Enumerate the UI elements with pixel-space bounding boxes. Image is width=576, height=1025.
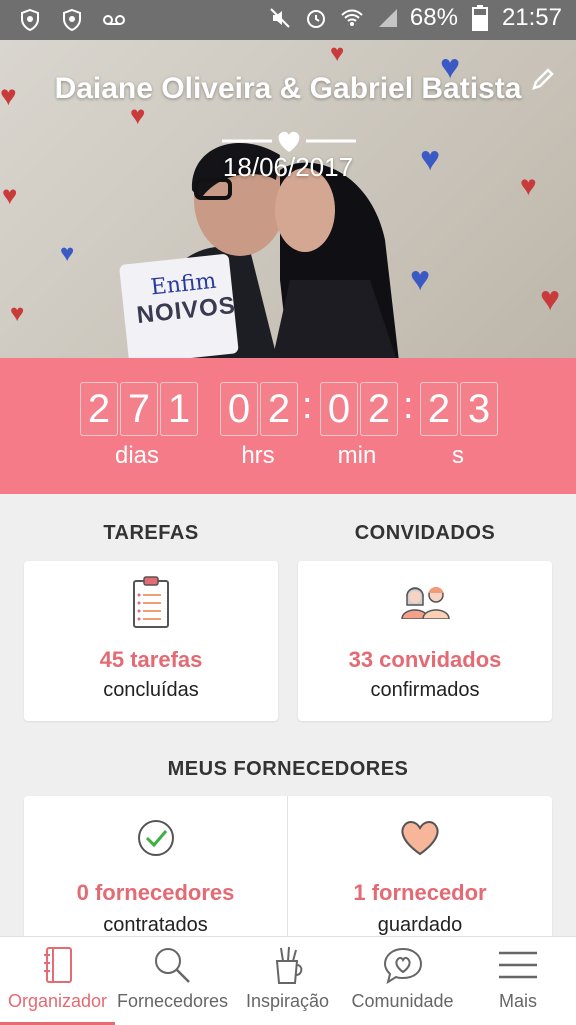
guests-card[interactable]: 33 convidados confirmados <box>298 561 552 721</box>
countdown-separator: : <box>403 385 414 427</box>
countdown-minutes: 0 2 <box>320 382 400 436</box>
nav-mais[interactable]: Mais <box>460 937 576 1025</box>
heart-icon <box>399 820 441 861</box>
nav-organizador[interactable]: Organizador <box>0 937 115 1025</box>
notebook-icon <box>41 945 75 985</box>
shield-icon <box>58 6 86 34</box>
clipboard-checklist-icon <box>131 575 171 634</box>
countdown-days: 2 7 1 <box>80 382 200 436</box>
check-circle-icon <box>136 818 176 863</box>
countdown-separator: : <box>302 385 313 427</box>
countdown: 2 7 1 0 2 : 0 2 : 2 3 dias hrs min s <box>0 358 576 494</box>
couple-photo[interactable]: ♥ ♥ ♥ ♥ ♥ ♥ ♥ ♥ ♥ ♥ ♥ Enfim NOIVOS Daian… <box>0 40 576 358</box>
notification-icons <box>16 6 128 34</box>
vendors-saved-count: 1 fornecedor <box>353 880 487 905</box>
countdown-hours: 0 2 <box>220 382 300 436</box>
countdown-digit: 0 <box>320 382 358 436</box>
countdown-digit: 2 <box>360 382 398 436</box>
countdown-label-seconds: s <box>452 442 464 469</box>
countdown-digit: 7 <box>120 382 158 436</box>
guests-count: 33 convidados <box>348 647 502 672</box>
status-bar: 68% 21:57 <box>0 0 576 40</box>
heart-decor-icon: ♥ <box>330 40 345 67</box>
vendors-title: MEUS FORNECEDORES <box>167 758 409 780</box>
countdown-digit: 2 <box>420 382 458 436</box>
vendors-card: 0 fornecedores contratados 1 fornecedor … <box>24 796 552 946</box>
heart-decor-icon: ♥ <box>540 280 561 318</box>
battery-icon <box>466 4 494 32</box>
nav-fornecedores[interactable]: Fornecedores <box>115 937 230 1025</box>
couple-names: Daiane Oliveira & Gabriel Batista <box>54 72 522 105</box>
chat-heart-icon <box>382 945 424 985</box>
wedding-date: 18/06/2017 <box>222 152 354 182</box>
countdown-digit: 1 <box>160 382 198 436</box>
wifi-icon <box>338 4 366 32</box>
nav-inspiracao[interactable]: Inspiração <box>230 937 345 1025</box>
tasks-card[interactable]: 45 tarefas concluídas <box>24 561 278 721</box>
tasks-count: 45 tarefas <box>99 647 203 672</box>
guests-couple-icon <box>398 583 452 624</box>
voicemail-icon <box>100 6 128 34</box>
nav-label: Inspiração <box>245 991 330 1011</box>
nav-comunidade[interactable]: Comunidade <box>345 937 460 1025</box>
pencil-cup-icon <box>271 945 305 985</box>
nav-label: Organizador <box>7 991 108 1011</box>
menu-icon <box>497 945 539 985</box>
countdown-digit: 2 <box>80 382 118 436</box>
signal-icon <box>374 4 402 32</box>
vendors-hired-status: contratados <box>103 914 208 936</box>
alarm-icon <box>302 4 330 32</box>
guests-status: confirmados <box>370 679 480 701</box>
vendors-hired-count: 0 fornecedores <box>76 880 235 905</box>
countdown-seconds: 2 3 <box>420 382 500 436</box>
shield-icon <box>16 6 44 34</box>
vendors-saved[interactable]: 1 fornecedor guardado <box>288 796 552 946</box>
tasks-status: concluídas <box>103 679 199 701</box>
mute-icon <box>266 4 294 32</box>
countdown-label-minutes: min <box>337 442 377 469</box>
bottom-navigation: Organizador Fornecedores Inspiração Comu… <box>0 936 576 1025</box>
vendors-hired[interactable]: 0 fornecedores contratados <box>24 796 287 946</box>
nav-label: Comunidade <box>351 991 454 1011</box>
heart-decor-icon: ♥ <box>10 300 25 327</box>
clock: 21:57 <box>501 4 562 31</box>
nav-label: Mais <box>498 991 537 1011</box>
battery-percent: 68% <box>409 4 458 31</box>
heart-decor-icon: ♥ <box>2 180 18 210</box>
countdown-label-hours: hrs <box>241 442 275 469</box>
guests-title: CONVIDADOS <box>354 522 496 544</box>
countdown-digit: 3 <box>460 382 498 436</box>
countdown-digit: 0 <box>220 382 258 436</box>
edit-pencil-icon[interactable] <box>530 66 556 97</box>
search-icon <box>151 945 195 985</box>
tasks-title: TAREFAS <box>103 522 199 544</box>
countdown-label-days: dias <box>114 442 160 469</box>
nav-label: Fornecedores <box>116 991 229 1011</box>
countdown-digit: 2 <box>260 382 298 436</box>
vendors-saved-status: guardado <box>377 914 463 936</box>
